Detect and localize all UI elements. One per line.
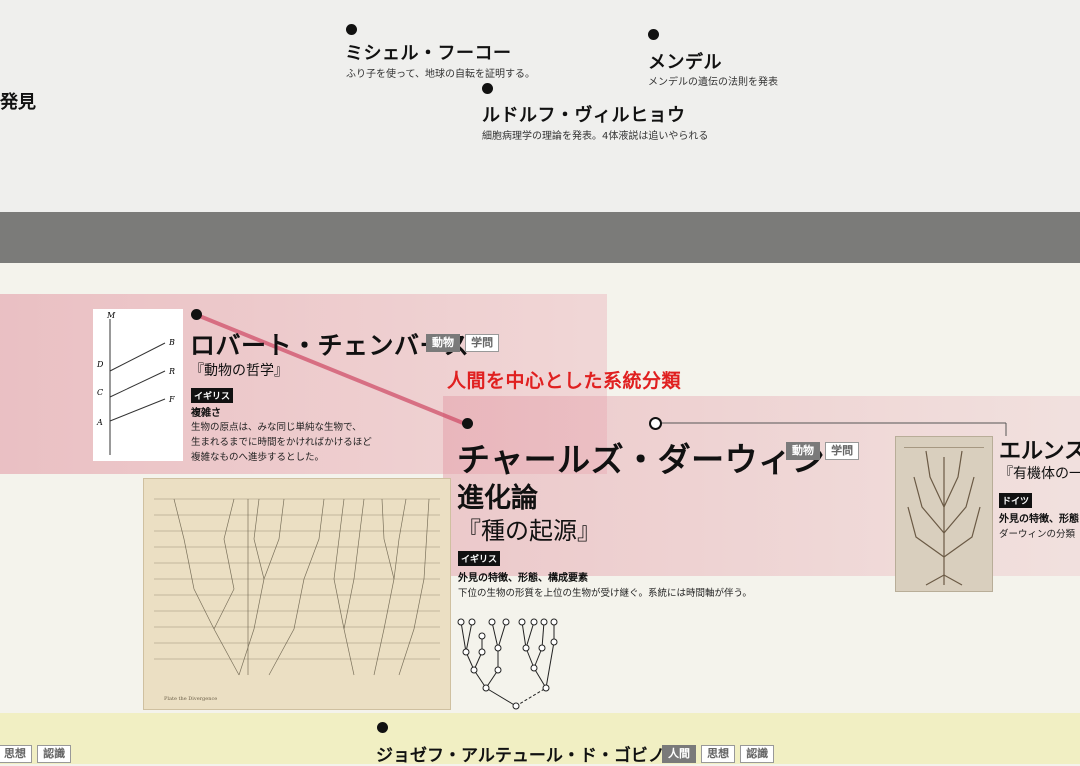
tag-thought[interactable]: 思想 xyxy=(0,745,32,763)
figure-label-b: B xyxy=(168,338,175,347)
chambers-desc-line-2: 生まれるまでに時間をかければかけるほど xyxy=(191,437,372,448)
darwin-theory: 進化論 xyxy=(457,483,538,514)
haeckel-work: 『有機体の一 xyxy=(999,466,1080,482)
left-tags: 思想 認識 xyxy=(0,742,72,763)
darwin-work: 『種の起源』 xyxy=(457,517,601,545)
figure-label-m: M xyxy=(106,311,116,320)
darwin-keyword: 外見の特徴、形態、構成要素 xyxy=(458,573,588,584)
figure-label-f: F xyxy=(168,395,175,404)
haeckel-tree-image xyxy=(895,436,993,592)
tag-thought[interactable]: 思想 xyxy=(701,745,736,763)
tag-animal[interactable]: 動物 xyxy=(426,334,460,352)
darwin-country: イギリス xyxy=(458,551,501,566)
tag-academic[interactable]: 学問 xyxy=(465,334,500,352)
haeckel-desc: ダーウィンの分類 xyxy=(999,529,1076,540)
darwin-plate-image: Plate the Divergence xyxy=(143,478,451,710)
figure-label-d: D xyxy=(96,360,104,369)
darwin-marker xyxy=(462,418,473,429)
darwin-tags: 動物 学問 xyxy=(786,439,860,460)
chambers-work: 『動物の哲学』 xyxy=(190,363,288,379)
chambers-marker xyxy=(191,309,202,320)
tag-academic[interactable]: 学問 xyxy=(825,442,860,460)
figure-label-a: A xyxy=(96,418,103,427)
tag-human[interactable]: 人間 xyxy=(662,745,696,763)
haeckel-name[interactable]: エルンス xyxy=(999,433,1080,465)
darwin-tree-diagram xyxy=(457,618,558,710)
chambers-desc-line-1: 生物の原点は、みな同じ単純な生物で、 xyxy=(191,422,362,433)
haeckel-keyword: 外見の特徴、形態 xyxy=(999,514,1079,525)
gobineau-name[interactable]: ジョゼフ・アルテュール・ド・ゴビノー xyxy=(376,741,682,766)
chambers-country: イギリス xyxy=(191,388,234,403)
chambers-desc-line-3: 複雑なものへ進歩するとした。 xyxy=(191,452,325,463)
figure-label-r: R xyxy=(168,367,175,376)
classification-annotation: 人間を中心とした系統分類 xyxy=(447,370,682,392)
gobineau-marker xyxy=(377,722,388,733)
darwin-desc: 下位の生物の形質を上位の生物が受け継ぐ。系統には時間軸が伴う。 xyxy=(458,588,752,599)
chambers-diagram: M B D R C F A xyxy=(93,309,183,461)
figure-label-c: C xyxy=(97,388,103,397)
chambers-keyword: 複雑さ xyxy=(191,408,221,419)
gobineau-tags: 人間 思想 認識 xyxy=(662,742,775,763)
darwin-branch-node xyxy=(649,417,662,430)
tag-cognition[interactable]: 認識 xyxy=(740,745,775,763)
chambers-desc: 生物の原点は、みな同じ単純な生物で、 生まれるまでに時間をかければかけるほど 複… xyxy=(191,420,372,465)
chambers-tags: 動物 学問 xyxy=(426,331,500,352)
haeckel-country: ドイツ xyxy=(999,493,1033,508)
plate-caption: Plate the Divergence xyxy=(164,696,217,702)
tag-animal[interactable]: 動物 xyxy=(786,442,820,460)
tag-cognition[interactable]: 認識 xyxy=(37,745,72,763)
darwin-name[interactable]: チャールズ・ダーウィン xyxy=(457,433,825,481)
